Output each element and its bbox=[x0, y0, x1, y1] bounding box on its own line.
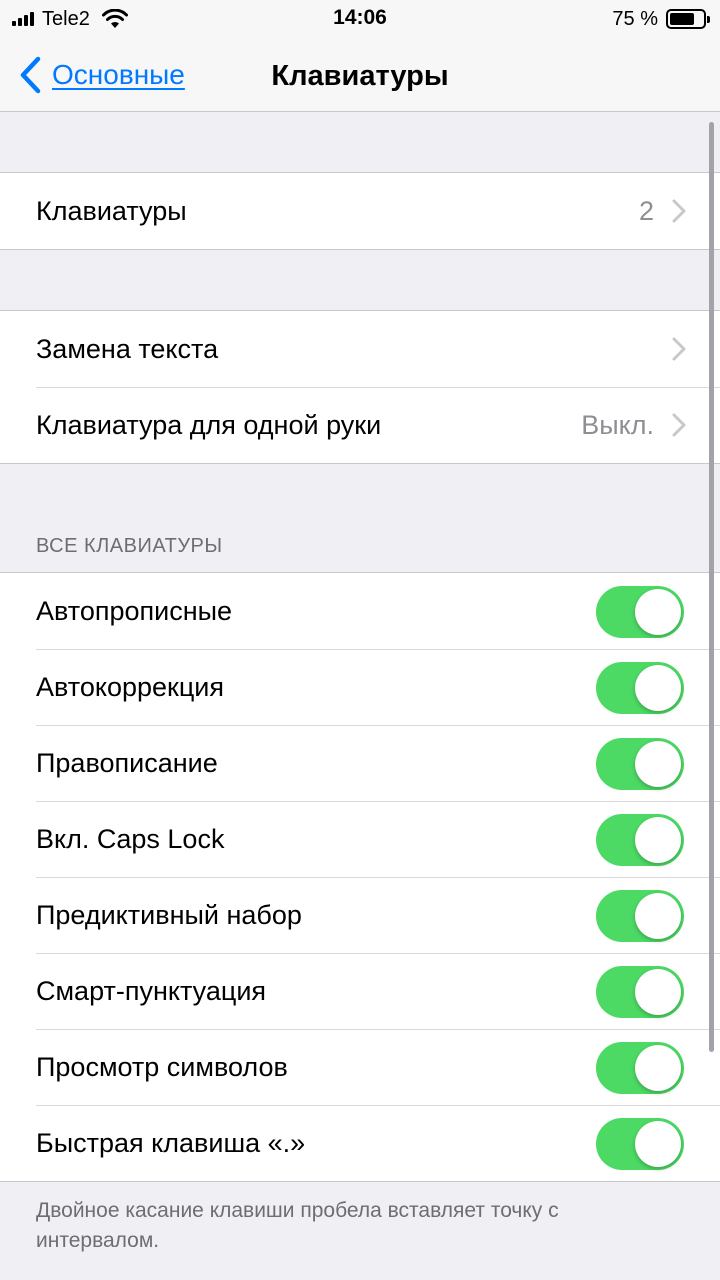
toggle-label: Быстрая клавиша «.» bbox=[36, 1127, 306, 1158]
toggle-row: Автопрописные bbox=[0, 573, 720, 649]
status-right: 75 % bbox=[612, 6, 710, 32]
keyboards-row-right: 2 bbox=[639, 173, 686, 249]
chevron-right-icon bbox=[672, 413, 686, 437]
keyboards-row[interactable]: Клавиатуры 2 bbox=[0, 173, 720, 249]
settings-screen: Tele2 14:06 75 % Основные Клавиатуры Кла… bbox=[0, 0, 720, 1280]
smart-punctuation-toggle[interactable] bbox=[596, 966, 684, 1018]
page-title: Клавиатуры bbox=[271, 60, 449, 92]
toggle-row: Вкл. Caps Lock bbox=[0, 801, 720, 877]
character-preview-toggle[interactable] bbox=[596, 1042, 684, 1094]
text-replacement-row[interactable]: Замена текста bbox=[0, 311, 720, 387]
toggle-label: Просмотр символов bbox=[36, 1051, 288, 1082]
keyboards-label: Клавиатуры bbox=[36, 195, 187, 226]
toggle-row: Предиктивный набор bbox=[0, 877, 720, 953]
auto-capitalization-toggle[interactable] bbox=[596, 586, 684, 638]
all-keyboards-group: Автопрописные Автокоррекция Правописание… bbox=[0, 572, 720, 1182]
predictive-toggle[interactable] bbox=[596, 890, 684, 942]
text-replacement-row-right bbox=[672, 311, 686, 387]
chevron-right-icon bbox=[672, 199, 686, 223]
caps-lock-toggle[interactable] bbox=[596, 814, 684, 866]
spell-check-toggle[interactable] bbox=[596, 738, 684, 790]
keyboards-group: Клавиатуры 2 bbox=[0, 172, 720, 250]
text-replacement-label: Замена текста bbox=[36, 333, 219, 364]
toggle-label: Автокоррекция bbox=[36, 671, 224, 702]
auto-correction-toggle[interactable] bbox=[596, 662, 684, 714]
chevron-right-icon bbox=[672, 337, 686, 361]
battery-percent: 75 % bbox=[612, 7, 658, 30]
keyboards-count: 2 bbox=[638, 195, 654, 226]
section-header-all-keyboards: ВСЕ КЛАВИАТУРЫ bbox=[36, 535, 223, 557]
toggle-row: Просмотр символов bbox=[0, 1029, 720, 1105]
toggle-label: Предиктивный набор bbox=[36, 899, 302, 930]
footer-note: Двойное касание клавиши пробела вставляе… bbox=[36, 1199, 559, 1252]
toggle-label: Вкл. Caps Lock bbox=[36, 823, 225, 854]
toggle-label: Автопрописные bbox=[36, 595, 233, 626]
toggle-row: Автокоррекция bbox=[0, 649, 720, 725]
period-shortcut-toggle[interactable] bbox=[596, 1118, 684, 1170]
scroll-indicator[interactable] bbox=[709, 122, 714, 1052]
status-bar: Tele2 14:06 75 % bbox=[0, 0, 720, 40]
one-handed-keyboard-row[interactable]: Клавиатура для одной руки Выкл. bbox=[0, 387, 720, 463]
toggle-label: Правописание bbox=[36, 747, 218, 778]
toggle-label: Смарт-пунктуация bbox=[36, 975, 267, 1006]
one-handed-row-right: Выкл. bbox=[581, 387, 686, 463]
text-options-group: Замена текста Клавиатура для одной руки … bbox=[0, 310, 720, 464]
toggle-row: Правописание bbox=[0, 725, 720, 801]
one-handed-keyboard-label: Клавиатура для одной руки bbox=[36, 409, 382, 440]
one-handed-keyboard-value: Выкл. bbox=[581, 409, 654, 440]
toggle-row: Быстрая клавиша «.» bbox=[0, 1105, 720, 1181]
toggle-row: Смарт-пунктуация bbox=[0, 953, 720, 1029]
battery-icon bbox=[666, 9, 710, 29]
navigation-bar: Основные Клавиатуры bbox=[0, 40, 720, 112]
